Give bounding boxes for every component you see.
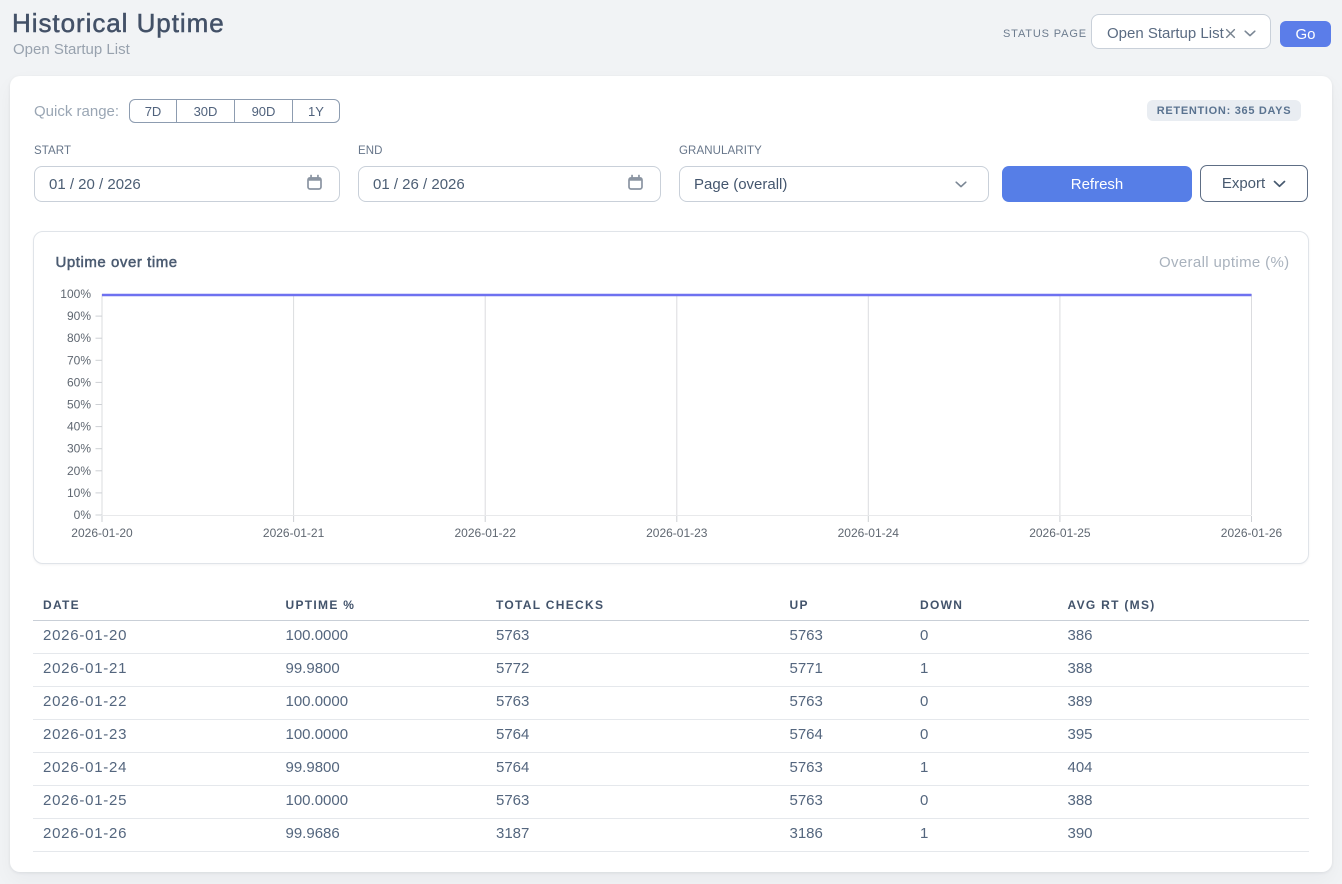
svg-text:30%: 30% bbox=[67, 442, 91, 456]
svg-text:80%: 80% bbox=[67, 331, 91, 345]
svg-text:90%: 90% bbox=[67, 309, 91, 323]
svg-text:2026-01-26: 2026-01-26 bbox=[1221, 526, 1283, 540]
svg-text:50%: 50% bbox=[67, 398, 91, 412]
svg-text:2026-01-25: 2026-01-25 bbox=[1029, 526, 1091, 540]
svg-text:2026-01-20: 2026-01-20 bbox=[71, 526, 133, 540]
svg-text:60%: 60% bbox=[67, 375, 91, 389]
svg-text:2026-01-22: 2026-01-22 bbox=[455, 526, 517, 540]
svg-text:0%: 0% bbox=[74, 508, 92, 522]
svg-text:2026-01-23: 2026-01-23 bbox=[646, 526, 708, 540]
svg-text:2026-01-24: 2026-01-24 bbox=[838, 526, 900, 540]
svg-text:100%: 100% bbox=[60, 287, 91, 301]
svg-text:70%: 70% bbox=[67, 353, 91, 367]
svg-text:40%: 40% bbox=[67, 420, 91, 434]
svg-text:20%: 20% bbox=[67, 464, 91, 478]
svg-text:10%: 10% bbox=[67, 486, 91, 500]
svg-text:2026-01-21: 2026-01-21 bbox=[263, 526, 325, 540]
